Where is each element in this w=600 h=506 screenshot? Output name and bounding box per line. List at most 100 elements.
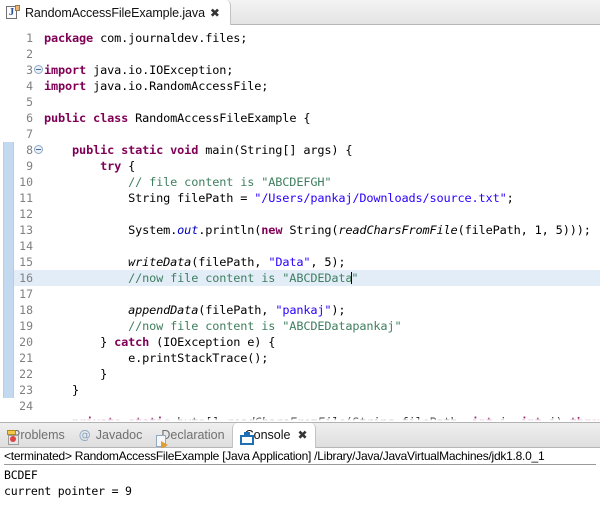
code-token: try bbox=[100, 159, 122, 173]
code-line[interactable]: appendData(filePath, "pankaj"); bbox=[44, 302, 600, 318]
line-number[interactable]: 1 bbox=[26, 30, 33, 46]
line-number-gutter[interactable]: 1 2 3 4 5 6 7 8 9 10 11 12 13 14 15 16 17 18 19 20 21 22 23 24 bbox=[0, 25, 44, 422]
editor-tab-randomaccessfileexample[interactable]: J RandomAccessFileExample.java ✖ bbox=[0, 0, 231, 25]
code-token: RandomAccessFileExample { bbox=[135, 111, 311, 125]
code-token: appendData bbox=[128, 303, 199, 317]
code-line[interactable]: package com.journaldev.files; bbox=[44, 30, 600, 46]
line-number[interactable]: 15 bbox=[19, 254, 33, 270]
fold-collapse-icon[interactable] bbox=[33, 62, 44, 78]
line-number[interactable]: 11 bbox=[19, 190, 33, 206]
code-token: package bbox=[44, 31, 101, 45]
line-number[interactable]: 13 bbox=[19, 222, 33, 238]
code-token: } bbox=[44, 383, 80, 397]
code-token: ; bbox=[506, 191, 514, 205]
code-token: readCharsFromFile bbox=[338, 223, 458, 237]
code-token: (filePath, bbox=[191, 255, 269, 269]
code-token: (filePath, bbox=[198, 303, 276, 317]
code-line[interactable]: //now file content is "ABCDEData" bbox=[44, 270, 600, 286]
javadoc-at-icon: @ bbox=[78, 428, 91, 442]
line-number[interactable]: 22 bbox=[19, 366, 33, 382]
line-number[interactable]: 6 bbox=[26, 110, 33, 126]
code-token: , 5); bbox=[310, 255, 346, 269]
bottom-tab-label: Problems bbox=[12, 428, 65, 442]
line-number[interactable]: 24 bbox=[19, 398, 33, 414]
line-number[interactable]: 4 bbox=[26, 78, 33, 94]
code-token: com.journaldev.files; bbox=[100, 31, 248, 45]
code-line[interactable] bbox=[44, 286, 600, 302]
line-number[interactable]: 10 bbox=[19, 174, 33, 190]
code-token: } bbox=[44, 335, 115, 349]
code-line[interactable]: } catch (IOException e) { bbox=[44, 334, 600, 350]
code-line[interactable] bbox=[44, 238, 600, 254]
code-token: public class bbox=[44, 111, 136, 125]
code-token: { bbox=[121, 159, 136, 173]
java-file-icon: J bbox=[6, 5, 20, 20]
console-launch-header: <terminated> RandomAccessFileExample [Ja… bbox=[4, 449, 596, 465]
code-token: System. bbox=[44, 223, 178, 237]
code-line[interactable]: import java.io.RandomAccessFile; bbox=[44, 78, 600, 94]
code-editor[interactable]: 1 2 3 4 5 6 7 8 9 10 11 12 13 14 15 16 17 18 19 20 21 22 23 24 … bbox=[0, 25, 600, 422]
code-token: writeData bbox=[128, 255, 192, 269]
code-line[interactable] bbox=[44, 398, 600, 414]
code-token: //now file content is "ABCDEDatapankaj" bbox=[128, 319, 402, 333]
code-line[interactable]: import java.io.IOException; bbox=[44, 62, 600, 78]
code-line[interactable]: //now file content is "ABCDEDatapankaj" bbox=[44, 318, 600, 334]
line-number[interactable]: 9 bbox=[26, 158, 33, 174]
line-number[interactable]: 7 bbox=[26, 126, 33, 142]
code-line[interactable] bbox=[44, 206, 600, 222]
code-line[interactable]: writeData(filePath, "Data", 5); bbox=[44, 254, 600, 270]
code-line[interactable]: // file content is "ABCDEFGH" bbox=[44, 174, 600, 190]
code-token: ); bbox=[331, 303, 346, 317]
code-line[interactable]: } bbox=[44, 382, 600, 398]
line-number[interactable]: 14 bbox=[19, 238, 33, 254]
code-line[interactable]: System.out.println(new String(readCharsF… bbox=[44, 222, 600, 238]
code-token: java.io.RandomAccessFile; bbox=[93, 79, 269, 93]
line-number[interactable]: 16 bbox=[19, 270, 33, 286]
fold-collapse-icon[interactable] bbox=[33, 142, 44, 158]
editor-tab-label: RandomAccessFileExample.java bbox=[25, 5, 205, 20]
bottom-tab-problems[interactable]: Problems bbox=[0, 423, 72, 448]
line-number[interactable]: 17 bbox=[19, 286, 33, 302]
console-view[interactable]: <terminated> RandomAccessFileExample [Ja… bbox=[0, 448, 600, 506]
bottom-tab-javadoc[interactable]: @ Javadoc bbox=[72, 423, 150, 448]
console-output-line: BCDEF bbox=[4, 468, 38, 482]
code-token: public static void bbox=[72, 143, 206, 157]
line-number[interactable]: 3 bbox=[26, 62, 33, 78]
code-line[interactable] bbox=[44, 126, 600, 142]
code-token: "Data" bbox=[268, 255, 311, 269]
console-output-line: current pointer = 9 bbox=[4, 484, 132, 498]
code-token: main(String[] args) { bbox=[205, 143, 353, 157]
close-icon[interactable]: ✖ bbox=[297, 429, 307, 441]
code-token: // file content is "ABCDEFGH" bbox=[128, 175, 332, 189]
code-line[interactable]: try { bbox=[44, 158, 600, 174]
line-number[interactable]: 5 bbox=[26, 94, 33, 110]
code-line[interactable] bbox=[44, 94, 600, 110]
code-token: catch bbox=[114, 335, 157, 349]
bottom-tab-console[interactable]: Console ✖ bbox=[231, 422, 316, 448]
code-line[interactable]: } bbox=[44, 366, 600, 382]
code-token: } bbox=[44, 367, 108, 381]
code-token: "/Users/pankaj/Downloads/source.txt" bbox=[254, 191, 507, 205]
code-line[interactable]: public class RandomAccessFileExample { bbox=[44, 110, 600, 126]
code-line[interactable]: String filePath = "/Users/pankaj/Downloa… bbox=[44, 190, 600, 206]
code-line[interactable] bbox=[44, 46, 600, 62]
bottom-tab-label: Javadoc bbox=[95, 428, 143, 442]
line-number[interactable]: 12 bbox=[19, 206, 33, 222]
bottom-tab-declaration[interactable]: Declaration bbox=[149, 423, 231, 449]
code-line[interactable]: public static void main(String[] args) { bbox=[44, 142, 600, 158]
line-number[interactable]: 23 bbox=[19, 382, 33, 398]
code-token: (filePath, 1, 5))); bbox=[457, 223, 591, 237]
code-line[interactable]: e.printStackTrace(); bbox=[44, 350, 600, 366]
line-number[interactable]: 19 bbox=[19, 318, 33, 334]
line-number[interactable]: 8 bbox=[26, 142, 33, 158]
bottom-view-panel: Problems @ Javadoc Declaration Console ✖ <ter… bbox=[0, 422, 600, 506]
close-icon[interactable]: ✖ bbox=[210, 7, 220, 19]
line-number[interactable]: 18 bbox=[19, 302, 33, 318]
code-text-area[interactable]: package com.journaldev.files; import java… bbox=[44, 25, 600, 422]
line-number[interactable]: 20 bbox=[19, 334, 33, 350]
line-number[interactable]: 2 bbox=[26, 46, 33, 62]
line-number[interactable]: 21 bbox=[19, 350, 33, 366]
